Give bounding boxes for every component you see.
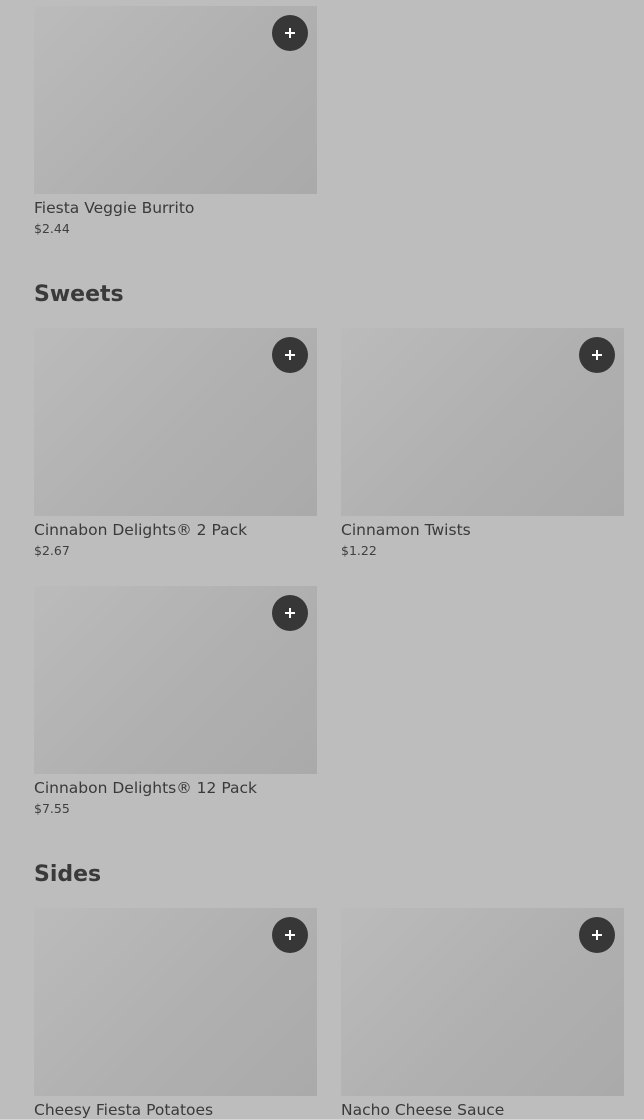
menu-item-cinnabon-delights-2-pack[interactable]: Cinnabon Delights® 2 Pack $2.67 xyxy=(34,328,317,558)
plus-icon xyxy=(285,28,295,38)
item-name: Cinnabon Delights® 12 Pack xyxy=(34,779,257,797)
item-image[interactable] xyxy=(34,6,317,194)
item-name: Cinnamon Twists xyxy=(341,521,471,539)
item-price: $1.22 xyxy=(341,543,377,558)
menu-item-nacho-cheese-sauce[interactable]: Nacho Cheese Sauce xyxy=(341,908,624,1119)
item-name: Cinnabon Delights® 2 Pack xyxy=(34,521,248,539)
item-image[interactable] xyxy=(34,908,317,1096)
section-title-sweets: Sweets xyxy=(34,282,124,307)
item-price: $2.44 xyxy=(34,221,70,236)
item-image[interactable] xyxy=(341,328,624,516)
add-item-button[interactable] xyxy=(272,917,308,953)
add-item-button[interactable] xyxy=(579,337,615,373)
plus-icon xyxy=(592,350,602,360)
plus-icon xyxy=(285,930,295,940)
plus-icon xyxy=(285,608,295,618)
item-image[interactable] xyxy=(34,328,317,516)
item-image[interactable] xyxy=(34,586,317,774)
plus-icon xyxy=(285,350,295,360)
menu-item-cinnabon-delights-12-pack[interactable]: Cinnabon Delights® 12 Pack $7.55 xyxy=(34,586,317,816)
item-price: $7.55 xyxy=(34,801,70,816)
item-price: $2.67 xyxy=(34,543,70,558)
item-name: Fiesta Veggie Burrito xyxy=(34,199,195,217)
add-item-button[interactable] xyxy=(579,917,615,953)
plus-icon xyxy=(592,930,602,940)
menu-item-fiesta-veggie-burrito[interactable]: Fiesta Veggie Burrito $2.44 xyxy=(34,6,317,236)
menu-item-cheesy-fiesta-potatoes[interactable]: Cheesy Fiesta Potatoes xyxy=(34,908,317,1119)
item-name: Nacho Cheese Sauce xyxy=(341,1101,505,1119)
section-title-sides: Sides xyxy=(34,862,102,887)
add-item-button[interactable] xyxy=(272,595,308,631)
menu-item-cinnamon-twists[interactable]: Cinnamon Twists $1.22 xyxy=(341,328,624,558)
item-name: Cheesy Fiesta Potatoes xyxy=(34,1101,214,1119)
item-image[interactable] xyxy=(341,908,624,1096)
add-item-button[interactable] xyxy=(272,15,308,51)
add-item-button[interactable] xyxy=(272,337,308,373)
